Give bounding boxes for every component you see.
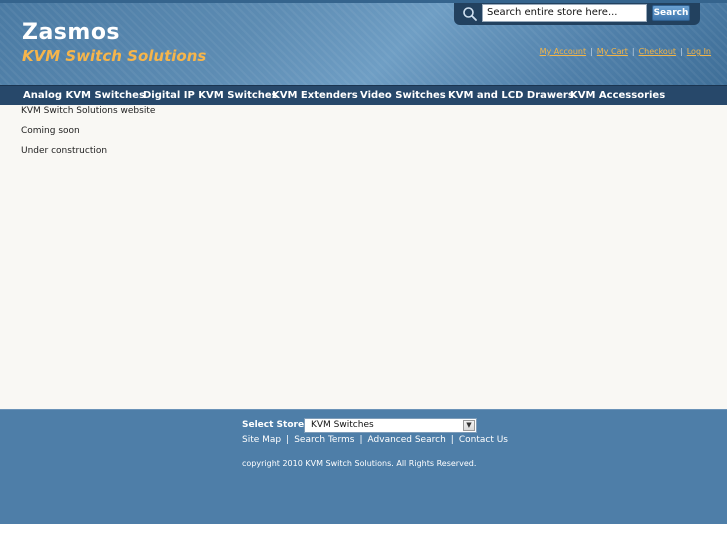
site-footer: Select Store: KVM Switches ▼ Site Map | Se…: [0, 409, 727, 524]
store-select-value: KVM Switches: [311, 420, 374, 430]
search-icon: [463, 7, 477, 21]
nav-item-kvm-accessories[interactable]: KVM Accessories: [570, 86, 665, 105]
content-line: Coming soon: [21, 126, 80, 136]
nav-item-digital-ip-kvm-switches[interactable]: Digital IP KVM Switches: [143, 86, 278, 105]
nav-item-video-switches[interactable]: Video Switches: [360, 86, 446, 105]
content-line: KVM Switch Solutions website: [21, 106, 156, 116]
site-header: Zasmos KVM Switch Solutions Search entir…: [0, 0, 727, 85]
nav-item-kvm-and-lcd-drawers[interactable]: KVM and LCD Drawers: [448, 86, 574, 105]
link-separator: |: [450, 435, 454, 445]
account-links: My Account | My Cart | Checkout | Log In: [540, 47, 711, 56]
logo-name: Zasmos: [22, 20, 121, 45]
footer-links: Site Map | Search Terms | Advanced Search | Co…: [242, 435, 508, 445]
store-select[interactable]: KVM Switches ▼: [304, 418, 477, 433]
nav-item-analog-kvm-switches[interactable]: Analog KVM Switches: [23, 86, 145, 105]
chevron-down-icon[interactable]: ▼: [463, 420, 475, 431]
link-separator: |: [590, 47, 593, 56]
advanced-search-link[interactable]: Advanced Search: [368, 435, 446, 445]
search-terms-link[interactable]: Search Terms: [294, 435, 354, 445]
logo-tagline: KVM Switch Solutions: [22, 47, 207, 65]
checkout-link[interactable]: Checkout: [639, 47, 676, 56]
link-separator: |: [359, 435, 363, 445]
main-nav: Analog KVM Switches Digital IP KVM Switc…: [0, 85, 727, 105]
contact-us-link[interactable]: Contact Us: [459, 435, 508, 445]
store-selector-label: Select Store:: [242, 420, 308, 430]
search-button[interactable]: Search: [652, 5, 690, 21]
link-separator: |: [286, 435, 290, 445]
my-account-link[interactable]: My Account: [540, 47, 586, 56]
site-logo[interactable]: Zasmos KVM Switch Solutions: [22, 20, 206, 65]
link-separator: |: [631, 47, 635, 56]
search-form: Search entire store here... Search: [454, 3, 700, 25]
nav-item-kvm-extenders[interactable]: KVM Extenders: [272, 86, 358, 105]
main-content: KVM Switch Solutions website Coming soon…: [0, 105, 727, 409]
search-input[interactable]: Search entire store here...: [482, 4, 647, 22]
site-map-link[interactable]: Site Map: [242, 435, 281, 445]
content-line: Under construction: [21, 146, 108, 156]
link-separator: |: [680, 47, 683, 56]
my-cart-link[interactable]: My Cart: [597, 47, 628, 56]
copyright-text: copyright 2010 KVM Switch Solutions. All…: [242, 459, 477, 468]
log-in-link[interactable]: Log In: [687, 47, 711, 56]
